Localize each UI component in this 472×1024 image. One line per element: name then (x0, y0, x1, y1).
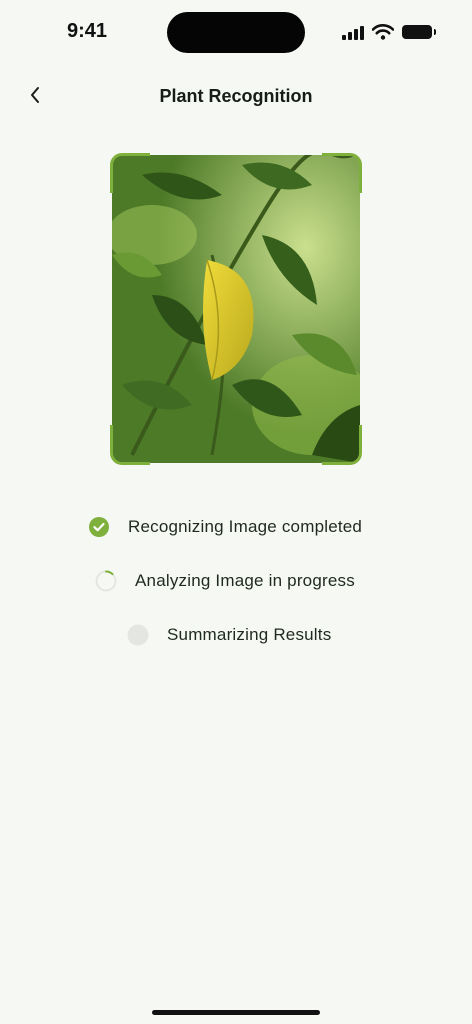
wifi-icon (372, 24, 394, 40)
plant-illustration (112, 155, 360, 463)
plant-photo (112, 155, 360, 463)
frame-corner-top-right (322, 153, 362, 193)
plant-recognition-screen: 9:41 Plant Recognition Recognizing Image… (0, 0, 472, 1024)
cellular-signal-icon (342, 25, 364, 40)
status-time: 9:41 (67, 20, 108, 42)
step-recognizing: Recognizing Image completed (88, 516, 362, 538)
home-indicator (152, 1010, 320, 1015)
status-icons (342, 24, 436, 40)
check-circle-icon (89, 517, 109, 537)
page-title: Plant Recognition (159, 86, 313, 106)
dynamic-island (167, 12, 305, 53)
scan-frame (110, 153, 362, 465)
step-label: Summarizing Results (167, 625, 332, 644)
step-label: Recognizing Image completed (128, 517, 363, 536)
battery-icon (402, 25, 436, 39)
step-label: Analyzing Image in progress (135, 571, 355, 590)
frame-corner-top-left (110, 153, 150, 193)
step-analyzing: Analyzing Image in progress (95, 570, 355, 592)
spinner-icon (95, 570, 117, 592)
step-summarizing: Summarizing Results (127, 624, 331, 646)
frame-corner-bottom-right (322, 425, 362, 465)
frame-corner-bottom-left (110, 425, 150, 465)
pending-dot-icon (127, 624, 149, 646)
